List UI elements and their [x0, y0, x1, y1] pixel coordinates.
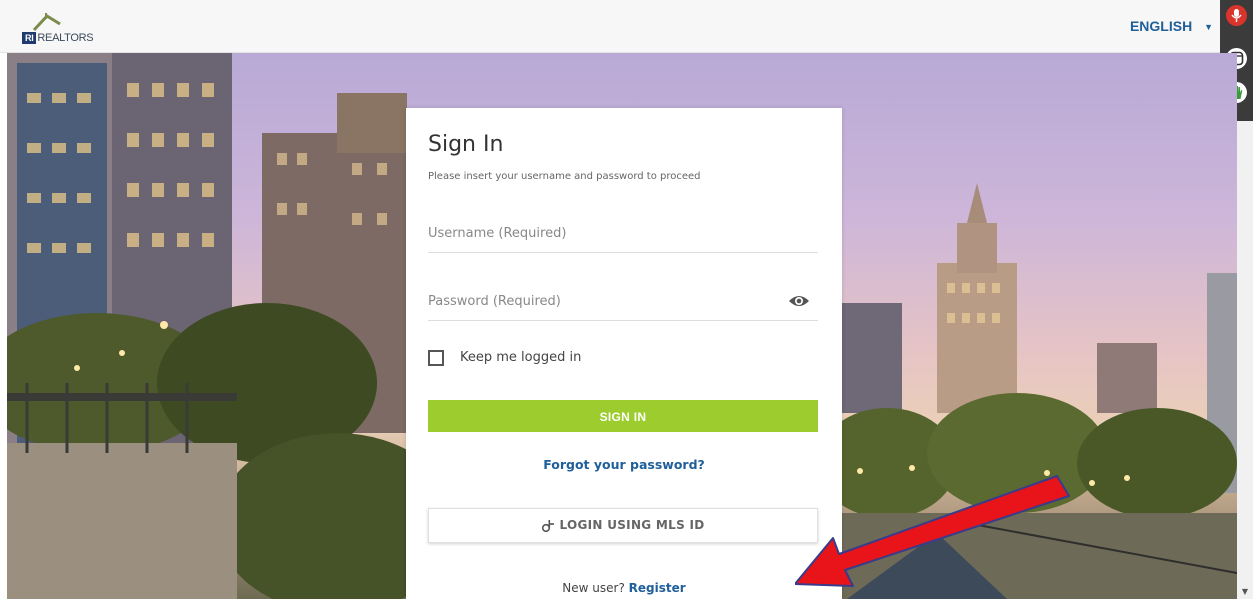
- forgot-password-link[interactable]: Forgot your password?: [406, 457, 842, 472]
- mls-login-icon: [542, 519, 555, 532]
- eye-icon[interactable]: [788, 294, 810, 308]
- microphone-icon[interactable]: [1226, 5, 1247, 26]
- page-title: Sign In: [428, 132, 504, 157]
- chevron-down-icon: ▼: [1204, 22, 1213, 33]
- password-field: [428, 286, 818, 321]
- ri-realtors-logo[interactable]: RI REALTORS: [22, 10, 94, 46]
- new-user-prompt: New user? Register: [406, 581, 842, 595]
- logo-text: RI REALTORS: [22, 32, 94, 44]
- sign-in-card: Sign In Please insert your username and …: [406, 108, 842, 599]
- register-link[interactable]: Register: [629, 581, 686, 595]
- top-header: RI REALTORS ENGLISH ▼: [0, 0, 1253, 53]
- password-input[interactable]: [428, 286, 768, 316]
- login-mls-id-label: LOGIN USING MLS ID: [559, 518, 705, 532]
- page-scrollbar[interactable]: ▼: [1236, 121, 1253, 599]
- scroll-down-arrow-icon[interactable]: ▼: [1242, 587, 1248, 596]
- keep-logged-in-checkbox[interactable]: [428, 350, 444, 366]
- login-mls-id-button[interactable]: LOGIN USING MLS ID: [428, 508, 818, 543]
- new-user-text: New user?: [562, 581, 625, 595]
- language-selector[interactable]: ENGLISH ▼: [1130, 18, 1213, 34]
- sign-in-button[interactable]: SIGN IN: [428, 400, 818, 432]
- red-arrow-annotation: [795, 475, 1070, 587]
- username-input[interactable]: [428, 218, 768, 248]
- house-roof-icon: [32, 13, 61, 32]
- keep-logged-in-label: Keep me logged in: [460, 350, 582, 365]
- username-field: [428, 218, 818, 253]
- sign-in-subtitle: Please insert your username and password…: [428, 171, 701, 182]
- language-label: ENGLISH: [1129, 18, 1193, 34]
